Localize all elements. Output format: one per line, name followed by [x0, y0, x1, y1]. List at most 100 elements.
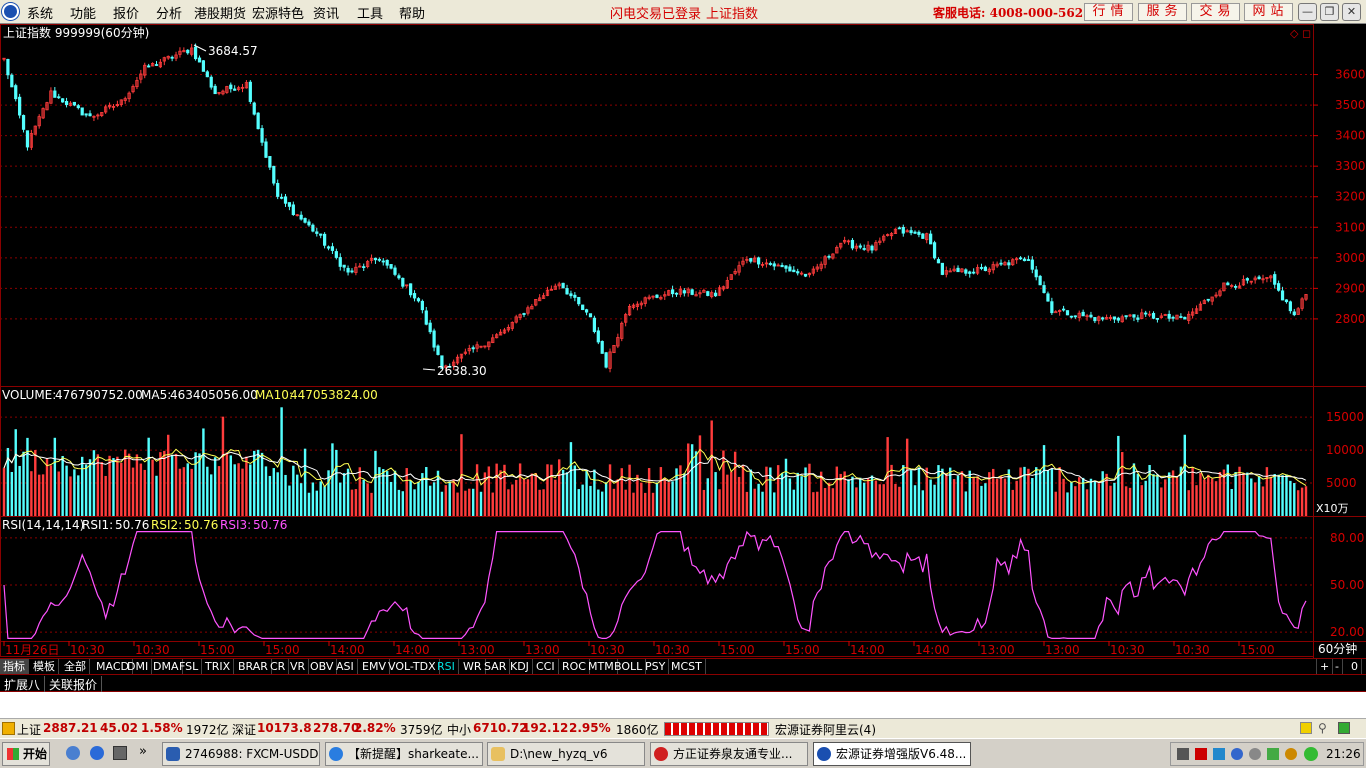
tab-psy[interactable]: PSY	[642, 659, 670, 675]
candle-body	[252, 102, 256, 115]
volume-bar	[773, 492, 776, 516]
candle-body	[1026, 259, 1031, 261]
time-tick-label: 14:00	[915, 643, 950, 657]
volume-bar	[561, 469, 565, 516]
tab-kdj[interactable]: KDJ	[507, 659, 533, 675]
tab-vol-tdx[interactable]: VOL-TDX	[385, 659, 440, 675]
tray-shield-icon[interactable]	[1231, 748, 1243, 760]
candle-body	[436, 345, 440, 355]
tab-template[interactable]: 模板	[30, 659, 59, 675]
menu-help[interactable]: 帮助	[399, 3, 425, 22]
candle-body	[397, 275, 401, 279]
rsi-header: RSI(14,14,14) RSI1: 50.76 RSI2: 50.76 RS…	[2, 518, 287, 532]
tray-app-icon[interactable]	[1267, 748, 1279, 760]
tab-mcst[interactable]: MCST	[668, 659, 706, 675]
tab-all[interactable]: 全部	[61, 659, 90, 675]
volume-bar	[1195, 485, 1198, 516]
tab-fsl[interactable]: FSL	[176, 659, 203, 675]
menu-system[interactable]: 系统	[27, 3, 53, 22]
tab-sar[interactable]: SAR	[481, 659, 511, 675]
current-index-link[interactable]: 上证指数	[706, 3, 758, 22]
tray-update-icon[interactable]	[1285, 748, 1297, 760]
menu-analysis[interactable]: 分析	[156, 3, 182, 22]
tab-extension-eight[interactable]: 扩展八	[0, 676, 46, 693]
menu-quote[interactable]: 报价	[113, 3, 139, 22]
tab-trix[interactable]: TRIX	[202, 659, 235, 675]
volume-bar	[77, 475, 80, 516]
restore-icon[interactable]: ❐	[1320, 3, 1339, 21]
volume-bar	[1210, 478, 1214, 516]
volume-bar	[436, 470, 440, 516]
candle-body	[377, 258, 381, 261]
tab-indicator[interactable]: 指标	[0, 659, 29, 675]
trade-button[interactable]: 交易	[1191, 3, 1240, 21]
menu-function[interactable]: 功能	[70, 3, 96, 22]
tab-vr[interactable]: VR	[287, 659, 310, 675]
volume-bar	[260, 452, 264, 516]
volume-bar	[65, 465, 68, 516]
candle-body	[1171, 316, 1175, 319]
quicklaunch-browser-icon[interactable]	[90, 746, 104, 760]
quicklaunch-more-icon[interactable]: »	[139, 744, 147, 759]
tray-flag-icon[interactable]	[1195, 748, 1207, 760]
minimize-icon[interactable]: —	[1298, 3, 1317, 21]
volume-bar	[909, 470, 913, 516]
task-fangzheng[interactable]: 方正证券泉友通专业...	[650, 742, 808, 766]
volume-bar	[659, 467, 663, 516]
task-hongyuan[interactable]: 宏源证券增强版V6.48...	[813, 742, 971, 766]
quicklaunch-ie-icon[interactable]	[66, 746, 80, 760]
menu-info[interactable]: 资讯	[313, 3, 339, 22]
tab-add-button[interactable]: +	[1316, 659, 1334, 675]
volume-bar	[1070, 481, 1073, 516]
tab-cci[interactable]: CCI	[533, 659, 559, 675]
tab-reset-button[interactable]: 0	[1348, 659, 1362, 675]
market-button[interactable]: 行情	[1084, 3, 1133, 21]
website-button[interactable]: 网站	[1244, 3, 1293, 21]
candle-body	[80, 107, 84, 116]
volume-bar	[120, 462, 123, 516]
tray-keyboard-icon[interactable]	[1177, 748, 1189, 760]
low-label: 2638.30	[437, 364, 487, 378]
tab-dmi[interactable]: DMI	[124, 659, 153, 675]
menu-hongyuan-special[interactable]: 宏源特色	[252, 3, 304, 22]
candle-body	[862, 248, 866, 250]
menu-tools[interactable]: 工具	[357, 3, 383, 22]
task-folder[interactable]: D:\new_hyzq_v6	[487, 742, 645, 766]
close-icon[interactable]: ✕	[1342, 3, 1361, 21]
menu-hk-futures[interactable]: 港股期货	[194, 3, 246, 22]
quicklaunch-desktop-icon[interactable]	[113, 746, 127, 760]
volume-bar	[921, 490, 925, 516]
task-sharkeate[interactable]: 【新提醒】sharkeate...	[325, 742, 483, 766]
candle-body	[147, 65, 151, 68]
volume-bar	[511, 484, 514, 516]
task-fxcm[interactable]: 2746988: FXCM-USDDe...	[162, 742, 320, 766]
tab-boll[interactable]: BOLL	[611, 659, 647, 675]
candle-body	[299, 214, 303, 220]
tab-remove-button[interactable]: -	[1332, 659, 1343, 675]
tab-rsi[interactable]: RSI	[434, 659, 459, 675]
kline-chart[interactable]: 3600 3500 3400 3300 3200 3100 3000 2900 2800 150…	[0, 24, 1366, 658]
service-button[interactable]: 服务	[1138, 3, 1187, 21]
volume-bar	[174, 453, 178, 516]
tab-related-quote[interactable]: 关联报价	[45, 676, 103, 693]
candle-body	[84, 113, 88, 116]
volume-bar	[233, 464, 236, 516]
candle-body	[1155, 317, 1160, 320]
tray-clock[interactable]: 21:26	[1326, 747, 1361, 761]
rsi3-value: 50.76	[253, 518, 287, 532]
volume-bar	[679, 465, 682, 516]
alert-icon[interactable]	[1300, 722, 1312, 734]
login-status[interactable]: 闪电交易已登录	[610, 3, 701, 22]
volume-bar	[335, 449, 338, 516]
tray-volume-icon[interactable]	[1249, 748, 1261, 760]
tray-network-icon[interactable]	[1213, 748, 1225, 760]
tray-status-icon[interactable]	[1304, 747, 1318, 761]
start-button[interactable]: 开始	[2, 742, 50, 766]
tab-asi[interactable]: ASI	[333, 659, 358, 675]
candle-body	[1151, 312, 1156, 319]
chart-settings-icon[interactable]: ◇ ◻	[1290, 27, 1311, 40]
server-name[interactable]: 宏源证券阿里云(4)	[775, 721, 876, 738]
tab-cr[interactable]: CR	[267, 659, 290, 675]
volume-bar	[366, 483, 369, 516]
volume-bar	[1054, 491, 1057, 516]
